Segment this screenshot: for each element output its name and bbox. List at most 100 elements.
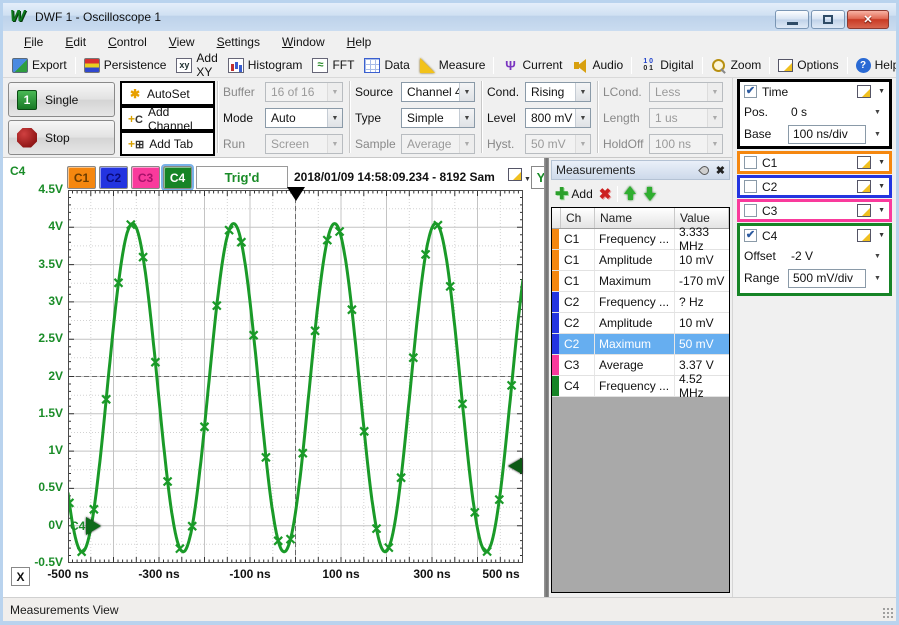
c1-export-icon[interactable]	[857, 156, 871, 169]
fft-button[interactable]: ≈FFT	[307, 56, 359, 75]
toolbar-separator	[847, 57, 848, 74]
current-button[interactable]: ΨCurrent	[497, 56, 567, 75]
active-channel-indicator: C4	[10, 164, 25, 178]
column-ch[interactable]: Ch	[561, 208, 595, 228]
time-panel: ✔ Time ▼ Pos. 0 s ▼ Base 100 ns/div ▼	[737, 79, 892, 149]
title-bar[interactable]: W DWF 1 - Oscilloscope 1 ✕	[3, 3, 896, 31]
options-button[interactable]: Options	[773, 56, 843, 74]
histogram-button[interactable]: Histogram	[223, 56, 308, 75]
measurements-title-bar[interactable]: Measurements ✖	[551, 160, 730, 180]
level-select[interactable]: 800 mV▼	[525, 108, 591, 128]
menu-help[interactable]: Help	[336, 33, 383, 51]
delete-measurement-button[interactable]: ✖	[599, 185, 612, 203]
channel-tab-c1[interactable]: C1	[67, 166, 96, 189]
channel-offset-marker[interactable]: C4	[70, 517, 101, 535]
menu-window[interactable]: Window	[271, 33, 336, 51]
offset-value[interactable]: -2 V	[788, 249, 870, 263]
measurement-row[interactable]: C2Amplitude10 mV	[552, 313, 729, 334]
autoset-wand-icon: ✱	[128, 87, 142, 101]
c4-export-icon[interactable]	[857, 229, 871, 242]
trigger-level-marker[interactable]	[508, 458, 522, 474]
waveform-canvas[interactable]	[68, 190, 523, 563]
chevron-down-icon[interactable]: ▼	[870, 275, 885, 282]
chevron-down-icon: ▼	[707, 83, 722, 101]
add-channel-button[interactable]: +C Add Channel	[120, 106, 215, 131]
measurement-channel: C1	[559, 271, 595, 291]
digital-button[interactable]: Digital	[635, 56, 698, 75]
close-panel-icon[interactable]: ✖	[716, 164, 725, 177]
single-button[interactable]: 1 Single	[8, 82, 115, 117]
channel-color-chip	[552, 229, 559, 249]
y-axis-tick-label: 3.5V	[3, 257, 63, 271]
maximize-button[interactable]	[811, 10, 845, 29]
c3-export-icon[interactable]	[857, 204, 871, 217]
type-select[interactable]: Simple▼	[401, 108, 475, 128]
measurement-row[interactable]: C2Frequency ...? Hz	[552, 292, 729, 313]
minimize-button[interactable]	[775, 10, 809, 29]
zoom-button[interactable]: Zoom	[706, 56, 767, 75]
measurement-row[interactable]: C4Frequency ...4.52 MHz	[552, 376, 729, 397]
chevron-down-icon[interactable]: ▼	[870, 109, 885, 116]
plot-export-button[interactable]: ▼	[508, 168, 531, 186]
column-name[interactable]: Name	[595, 208, 675, 228]
control-bar: 1 Single Stop ✱ AutoSet +C Add Channel +…	[3, 78, 732, 158]
audio-button[interactable]: Audio	[568, 56, 629, 75]
channel-tab-c2[interactable]: C2	[99, 166, 128, 189]
lcond-select[interactable]: Less▼	[649, 82, 723, 102]
mode-select[interactable]: Auto▼	[265, 108, 343, 128]
move-down-button[interactable]	[643, 186, 656, 201]
chevron-down-icon[interactable]: ▼	[870, 253, 885, 260]
add-xy-button[interactable]: xyAdd XY	[171, 49, 222, 81]
channel-color-chip	[552, 271, 559, 291]
channel-tab-c3[interactable]: C3	[131, 166, 160, 189]
time-checkbox[interactable]: ✔	[744, 85, 757, 98]
pos-value[interactable]: 0 s	[788, 105, 870, 119]
c4-checkbox[interactable]: ✔	[744, 229, 757, 242]
trigger-position-marker[interactable]	[287, 187, 305, 201]
chevron-down-icon: ▼	[878, 183, 885, 190]
channel-panel-c1: C1 ▼	[737, 151, 892, 174]
base-value[interactable]: 100 ns/div	[788, 125, 866, 144]
measurement-channel: C3	[559, 355, 595, 375]
help-button[interactable]: ?Help	[851, 56, 896, 75]
menu-edit[interactable]: Edit	[54, 33, 97, 51]
pin-icon[interactable]	[698, 164, 711, 177]
cond-select[interactable]: Rising▼	[525, 82, 591, 102]
add-measurement-button[interactable]: ✚ Add	[555, 184, 593, 204]
measurement-row[interactable]: C2Maximum50 mV	[552, 334, 729, 355]
buffer-select[interactable]: 16 of 16▼	[265, 82, 343, 102]
range-value[interactable]: 500 mV/div	[788, 269, 866, 288]
add-tab-button[interactable]: +⊞ Add Tab	[120, 131, 215, 156]
measurement-row[interactable]: C1Amplitude10 mV	[552, 250, 729, 271]
persistence-button[interactable]: Persistence	[79, 56, 172, 75]
chevron-down-icon[interactable]: ▼	[870, 131, 885, 138]
source-select[interactable]: Channel 4▼	[401, 82, 475, 102]
measurement-row[interactable]: C1Maximum-170 mV	[552, 271, 729, 292]
sample-select[interactable]: Average▼	[401, 134, 475, 154]
measurement-channel: C1	[559, 250, 595, 270]
stop-button[interactable]: Stop	[8, 120, 115, 155]
c2-checkbox[interactable]	[744, 180, 757, 193]
toolbar: Export Persistence xyAdd XY Histogram ≈F…	[3, 53, 896, 78]
data-button[interactable]: Data	[359, 56, 414, 75]
autoset-button[interactable]: ✱ AutoSet	[120, 81, 215, 106]
export-button[interactable]: Export	[7, 56, 72, 75]
measure-button[interactable]: Measure	[415, 56, 491, 75]
c2-export-icon[interactable]	[857, 180, 871, 193]
app-logo-icon: W	[10, 8, 30, 25]
move-up-button[interactable]	[624, 186, 637, 201]
close-button[interactable]: ✕	[847, 10, 889, 29]
holdoff-select[interactable]: 100 ns▼	[649, 134, 723, 154]
c3-checkbox[interactable]	[744, 204, 757, 217]
menu-file[interactable]: File	[13, 33, 54, 51]
length-select[interactable]: 1 us▼	[649, 108, 723, 128]
channel-tab-c4[interactable]: C4	[163, 166, 192, 189]
time-export-icon[interactable]	[857, 85, 871, 98]
c1-checkbox[interactable]	[744, 156, 757, 169]
hyst-select[interactable]: 50 mV▼	[525, 134, 591, 154]
chevron-down-icon: ▼	[459, 109, 474, 127]
run-select[interactable]: Screen▼	[265, 134, 343, 154]
measurement-row[interactable]: C1Frequency ...3.333 MHz	[552, 229, 729, 250]
resize-grip[interactable]	[883, 608, 893, 618]
menu-control[interactable]: Control	[97, 33, 158, 51]
